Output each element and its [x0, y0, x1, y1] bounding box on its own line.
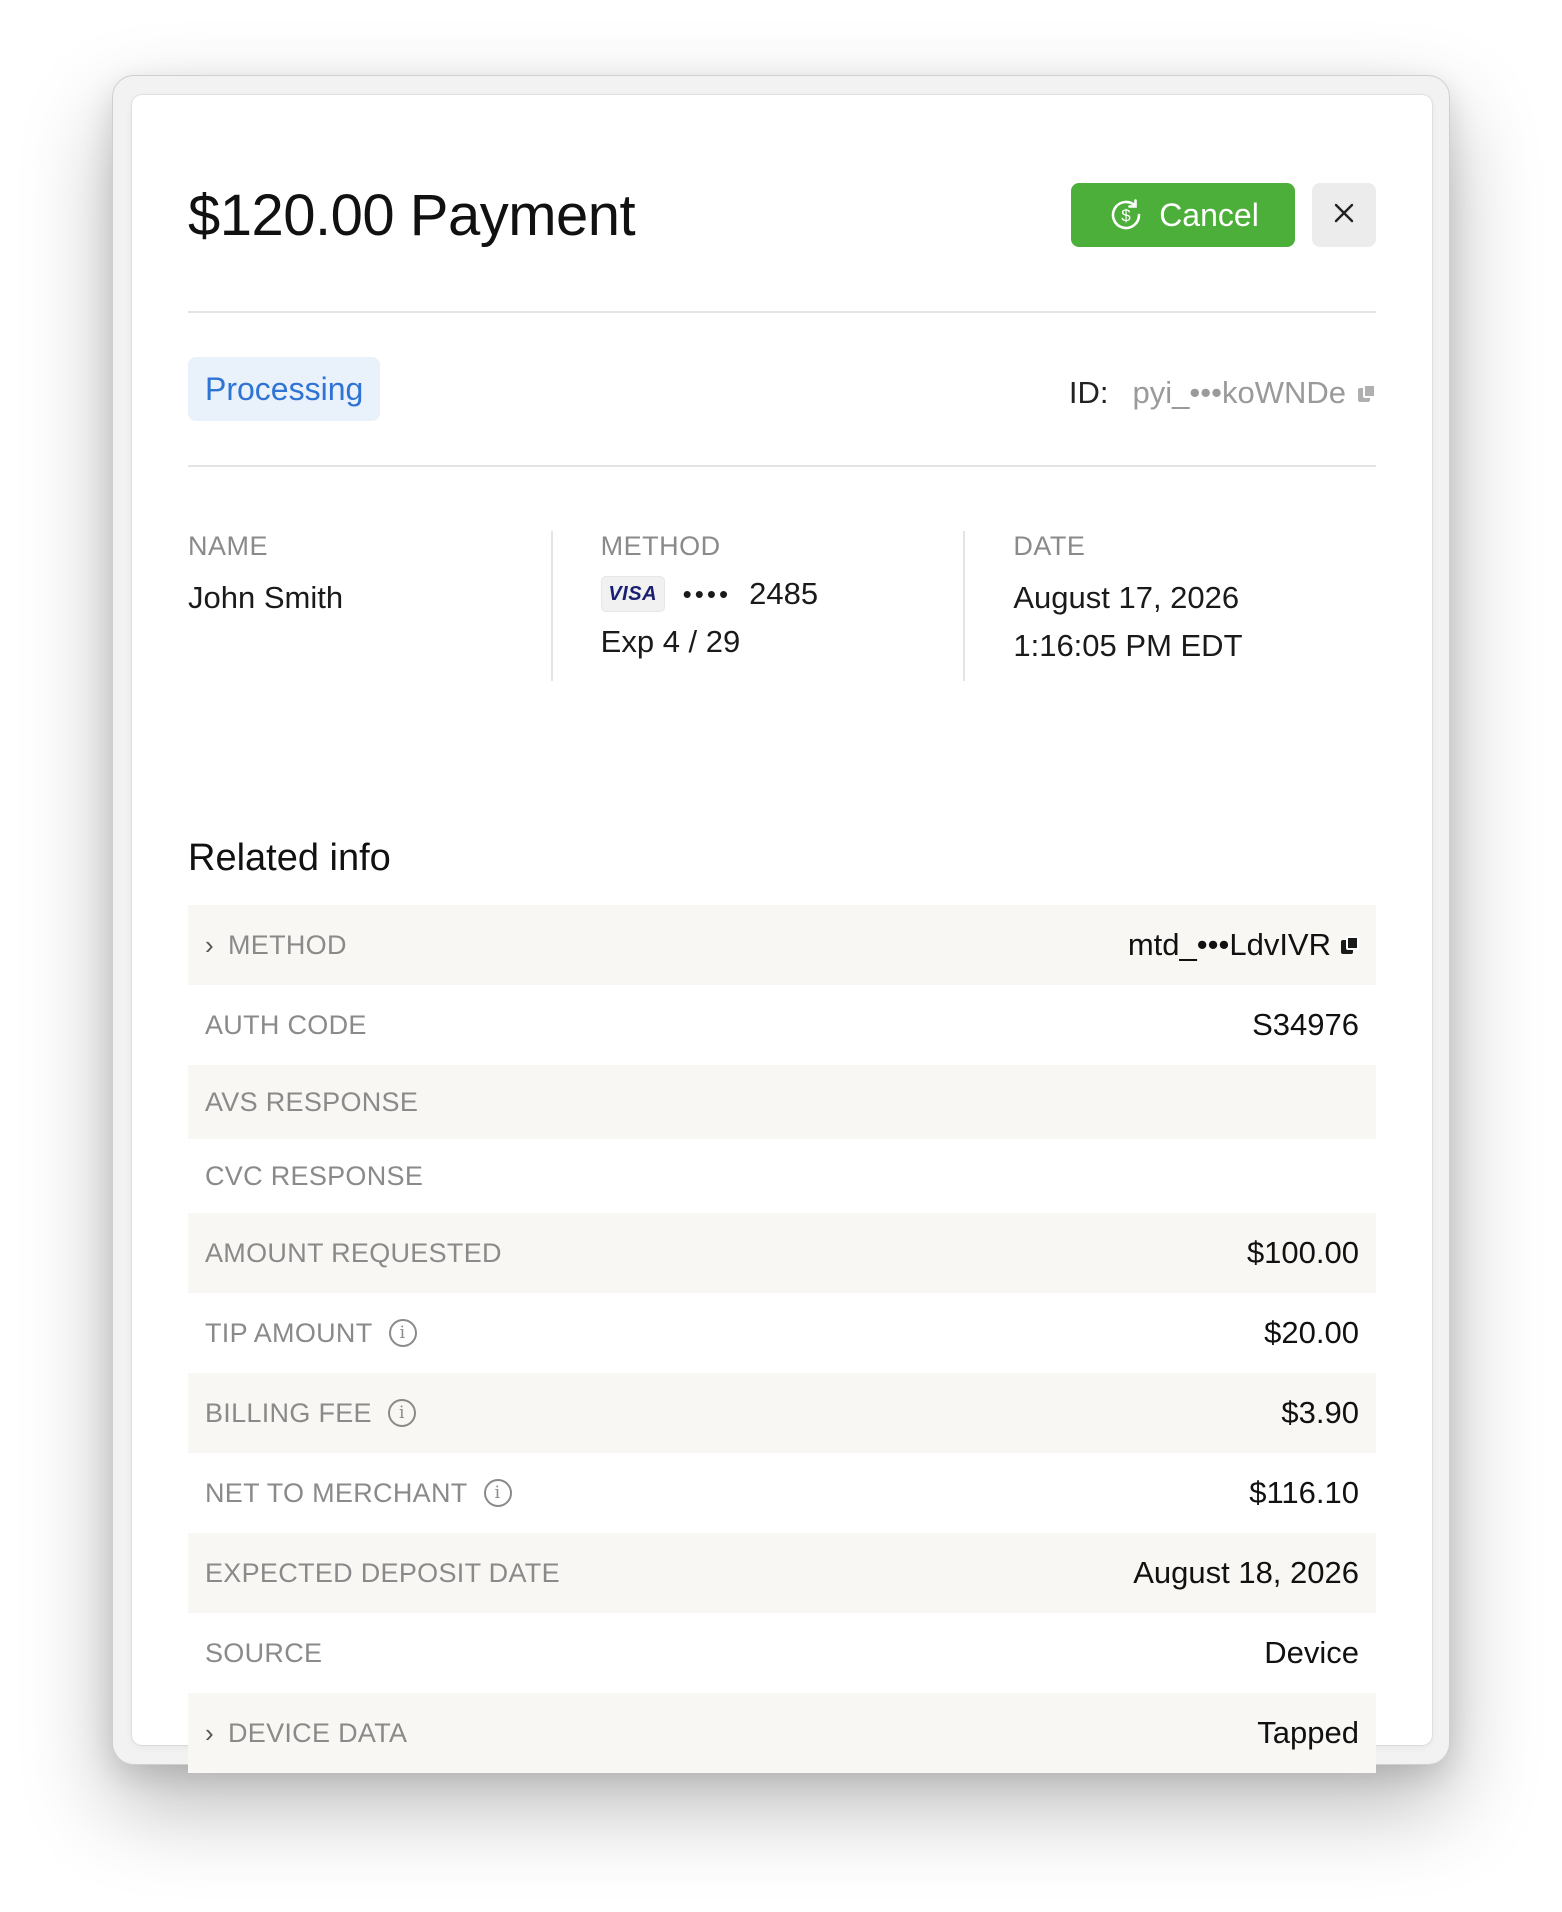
cancel-button[interactable]: $ Cancel — [1071, 183, 1295, 247]
name-column: NAME John Smith — [188, 531, 551, 681]
row-value: mtd_•••LdvIVR — [1128, 927, 1359, 963]
related-row-avs-response: AVS RESPONSE — [188, 1065, 1376, 1139]
info-icon[interactable]: i — [388, 1319, 417, 1347]
date-column: DATE August 17, 2026 1:16:05 PM EDT — [963, 531, 1376, 681]
visa-icon: VISA — [600, 576, 665, 612]
row-key-label: NET TO MERCHANT — [205, 1477, 468, 1508]
chevron-right-icon[interactable]: › — [205, 1718, 214, 1749]
summary-grid: NAME John Smith METHOD VISA •••• 2485 Ex… — [188, 531, 1376, 681]
row-key: BILLING FEE i — [205, 1398, 416, 1429]
status-badge: Processing — [188, 357, 381, 421]
related-row-billing-fee: BILLING FEE i $3.90 — [188, 1373, 1376, 1453]
related-row-expected-deposit-date: EXPECTED DEPOSIT DATE August 18, 2026 — [188, 1533, 1376, 1613]
related-row-cvc-response: CVC RESPONSE — [188, 1139, 1376, 1213]
info-icon[interactable]: i — [483, 1479, 512, 1507]
divider — [188, 465, 1376, 467]
row-key: AVS RESPONSE — [205, 1086, 419, 1117]
related-row-device-data[interactable]: › DEVICE DATA Tapped — [188, 1693, 1376, 1773]
copy-icon[interactable] — [1341, 936, 1359, 954]
row-key: EXPECTED DEPOSIT DATE — [205, 1557, 560, 1588]
row-key: TIP AMOUNT i — [205, 1318, 417, 1349]
close-button[interactable] — [1312, 183, 1376, 247]
related-info-title: Related info — [188, 837, 391, 879]
header-actions: $ Cancel — [1071, 183, 1376, 247]
payment-time: 1:16:05 PM EDT — [1013, 628, 1243, 663]
row-key: › METHOD — [205, 930, 347, 961]
close-icon — [1333, 202, 1355, 229]
row-value: $100.00 — [1246, 1235, 1359, 1270]
related-row-source: SOURCE Device — [188, 1613, 1376, 1693]
payment-id: ID: pyi_•••koWNDe — [1069, 375, 1376, 411]
customer-name: John Smith — [188, 580, 344, 615]
related-info-table: › METHOD mtd_•••LdvIVR AUTH CODE S34976 … — [188, 905, 1376, 1773]
related-row-amount-requested: AMOUNT REQUESTED $100.00 — [188, 1213, 1376, 1293]
row-key-label: METHOD — [227, 929, 347, 960]
modal-window: $120.00 Payment $ Cancel Processing ID: … — [112, 75, 1450, 1773]
row-key: NET TO MERCHANT i — [205, 1478, 512, 1509]
refund-cycle-icon: $ — [1107, 196, 1145, 234]
name-label: NAME — [188, 531, 269, 561]
info-icon[interactable]: i — [387, 1399, 416, 1427]
row-value: $116.10 — [1249, 1475, 1359, 1510]
method-label: METHOD — [600, 531, 721, 561]
card-line: VISA •••• 2485 — [600, 576, 964, 612]
row-key-label: BILLING FEE — [205, 1397, 372, 1428]
method-id-value: mtd_•••LdvIVR — [1127, 927, 1331, 962]
date-label: DATE — [1013, 531, 1086, 561]
divider — [188, 311, 1376, 313]
row-value: August 18, 2026 — [1133, 1555, 1359, 1590]
related-row-tip-amount: TIP AMOUNT i $20.00 — [188, 1293, 1376, 1373]
payment-detail-card: $120.00 Payment $ Cancel Processing ID: … — [132, 95, 1432, 1773]
related-row-auth-code: AUTH CODE S34976 — [188, 985, 1376, 1065]
related-row-method[interactable]: › METHOD mtd_•••LdvIVR — [188, 905, 1376, 985]
svg-text:$: $ — [1121, 206, 1131, 225]
header: $120.00 Payment $ Cancel — [188, 182, 1376, 248]
chevron-right-icon[interactable]: › — [205, 930, 214, 961]
status-row: Processing ID: pyi_•••koWNDe — [188, 357, 1376, 421]
id-value: pyi_•••koWNDe — [1132, 375, 1346, 410]
card-expiry: Exp 4 / 29 — [600, 624, 741, 659]
id-label: ID: — [1068, 375, 1109, 410]
row-value: S34976 — [1252, 1007, 1359, 1042]
card-last4: 2485 — [749, 576, 819, 611]
cancel-button-label: Cancel — [1159, 196, 1259, 233]
row-key-label: TIP AMOUNT — [205, 1317, 373, 1348]
related-row-net-to-merchant: NET TO MERCHANT i $116.10 — [188, 1453, 1376, 1533]
card-mask: •••• — [682, 579, 732, 609]
payment-date: August 17, 2026 — [1013, 580, 1240, 615]
row-value: Tapped — [1257, 1715, 1359, 1750]
method-column: METHOD VISA •••• 2485 Exp 4 / 29 — [550, 531, 964, 681]
row-key: AMOUNT REQUESTED — [205, 1237, 502, 1268]
row-key: AUTH CODE — [205, 1009, 367, 1040]
copy-icon[interactable] — [1358, 384, 1376, 402]
row-key-label: DEVICE DATA — [227, 1717, 408, 1748]
row-value: $20.00 — [1264, 1315, 1359, 1350]
row-key: CVC RESPONSE — [205, 1160, 424, 1191]
row-key: SOURCE — [205, 1637, 323, 1668]
row-value: Device — [1264, 1635, 1359, 1670]
page-title: $120.00 Payment — [188, 182, 636, 248]
row-key: › DEVICE DATA — [205, 1718, 407, 1749]
row-value: $3.90 — [1281, 1395, 1359, 1430]
